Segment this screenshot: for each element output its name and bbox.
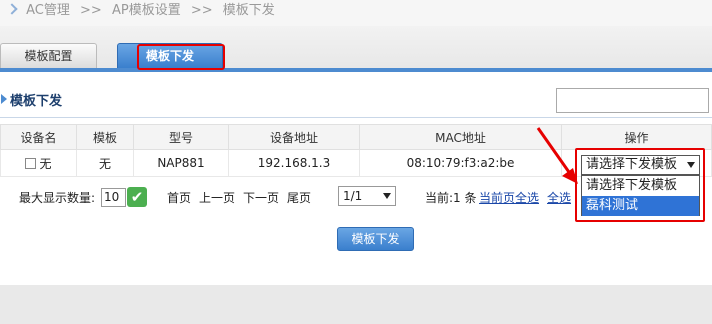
template-select-value: 请选择下发模板 [586, 157, 678, 172]
page-select[interactable]: 1/1 [338, 186, 396, 206]
select-all-link[interactable]: 全选 [547, 189, 571, 206]
first-page-link[interactable]: 首页 [167, 189, 191, 206]
tab-template-config[interactable]: 模板配置 [0, 43, 97, 68]
row-checkbox[interactable] [25, 157, 37, 169]
template-options-list: 请选择下发模板 磊科测试 [581, 175, 700, 216]
prev-page-link[interactable]: 上一页 [199, 189, 235, 206]
col-device-name: 设备名 [0, 124, 77, 150]
col-device-address: 设备地址 [228, 124, 360, 150]
breadcrumb-item-ac[interactable]: AC管理 [26, 3, 70, 18]
cell-mac: 08:10:79:f3:a2:be [359, 149, 562, 177]
cell-address: 192.168.1.3 [228, 149, 360, 177]
chevron-down-icon [687, 162, 695, 168]
section-triangle-icon [1, 94, 7, 104]
breadcrumb-separator: >> [190, 3, 213, 18]
confirm-check-icon[interactable]: ✔ [127, 187, 147, 207]
deploy-template-button[interactable]: 模板下发 [337, 227, 414, 251]
col-operation: 操作 [561, 124, 712, 150]
breadcrumb: AC管理 >> AP模板设置 >> 模板下发 [0, 0, 712, 26]
cell-template: 无 [76, 149, 134, 177]
select-current-page-link[interactable]: 当前页全选 [479, 189, 539, 206]
template-option[interactable]: 请选择下发模板 [582, 176, 699, 196]
breadcrumb-item-ap-template[interactable]: AP模板设置 [112, 3, 181, 18]
template-select[interactable]: 请选择下发模板 [581, 155, 700, 175]
breadcrumb-separator: >> [80, 3, 102, 18]
section-title: 模板下发 [10, 94, 63, 109]
cell-model: NAP881 [133, 149, 229, 177]
search-input[interactable] [556, 88, 709, 113]
max-display-label: 最大显示数量: [19, 191, 96, 205]
table-header-row: 设备名 模板 型号 设备地址 MAC地址 操作 [0, 124, 712, 150]
col-template: 模板 [76, 124, 134, 150]
device-name-text: 无 [39, 156, 52, 171]
col-model: 型号 [133, 124, 229, 150]
max-display-input[interactable]: 10 [101, 188, 126, 207]
last-page-link[interactable]: 尾页 [287, 189, 311, 206]
footer-bar [0, 285, 712, 324]
breadcrumb-item-current: 模板下发 [222, 3, 275, 18]
template-option-selected[interactable]: 磊科测试 [582, 196, 699, 216]
cell-device-name: 无 [0, 149, 77, 177]
page-select-value: 1/1 [343, 189, 363, 203]
tab-template-deploy[interactable]: 模板下发 [117, 43, 223, 68]
current-count-label: 当前:1 条 [425, 191, 477, 205]
next-page-link[interactable]: 下一页 [243, 189, 279, 206]
tab-bar: 模板配置 模板下发 [0, 26, 712, 72]
col-mac-address: MAC地址 [359, 124, 562, 150]
chevron-down-icon [383, 193, 391, 199]
breadcrumb-arrow-icon [6, 3, 18, 15]
